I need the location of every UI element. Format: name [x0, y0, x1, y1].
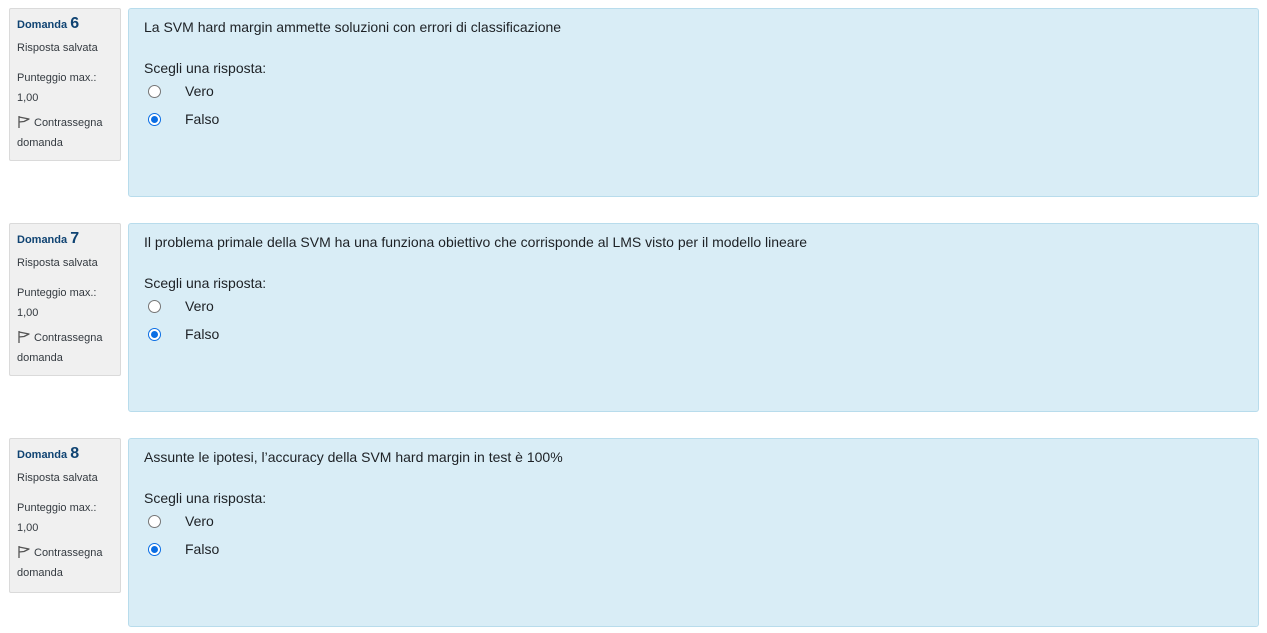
question-info-panel: Domanda 7 Risposta salvata Punteggio max…	[9, 223, 121, 376]
question-text: Il problema primale della SVM ha una fun…	[144, 234, 808, 250]
question-text: Assunte le ipotesi, l’accuracy della SVM…	[144, 449, 563, 465]
answer-label[interactable]: Vero	[185, 513, 214, 529]
grade-value: 1,00	[17, 92, 39, 104]
radio-button-selected[interactable]	[148, 328, 161, 341]
question-label: Domanda	[17, 449, 68, 461]
grade-label: Punteggio max.:	[17, 502, 97, 514]
question-number-value: 7	[70, 230, 80, 247]
question-content: Il problema primale della SVM ha una fun…	[128, 223, 1259, 412]
question-text: La SVM hard margin ammette soluzioni con…	[144, 19, 562, 35]
question-state: Risposta salvata	[17, 472, 98, 484]
flag-question-button[interactable]: Contrassegna domanda	[17, 113, 120, 153]
question-info-panel: Domanda 6 Risposta salvata Punteggio max…	[9, 8, 121, 161]
answer-prompt: Scegli una risposta:	[144, 60, 267, 76]
question-content: Assunte le ipotesi, l’accuracy della SVM…	[128, 438, 1259, 627]
question-content: La SVM hard margin ammette soluzioni con…	[128, 8, 1259, 197]
radio-button[interactable]	[148, 515, 161, 528]
question-8: Domanda 8 Risposta salvata Punteggio max…	[0, 438, 1267, 628]
question-info-panel: Domanda 8 Risposta salvata Punteggio max…	[9, 438, 121, 593]
answer-label[interactable]: Falso	[185, 111, 219, 127]
flag-label-line2: domanda	[17, 567, 63, 579]
question-number-value: 8	[70, 445, 80, 462]
question-label: Domanda	[17, 234, 68, 246]
question-label: Domanda	[17, 19, 68, 31]
answer-prompt: Scegli una risposta:	[144, 275, 267, 291]
flag-label-line2: domanda	[17, 137, 63, 149]
flag-question-button[interactable]: Contrassegna domanda	[17, 328, 120, 368]
radio-button[interactable]	[148, 300, 161, 313]
grade-label: Punteggio max.:	[17, 72, 97, 84]
question-number: Domanda 6	[17, 14, 120, 35]
flag-label-line1: Contrassegna	[34, 547, 103, 559]
answer-prompt: Scegli una risposta:	[144, 490, 267, 506]
question-6: Domanda 6 Risposta salvata Punteggio max…	[0, 8, 1267, 198]
radio-button-selected[interactable]	[148, 543, 161, 556]
radio-button-selected[interactable]	[148, 113, 161, 126]
question-grade: Punteggio max.: 1,00	[17, 498, 120, 538]
radio-button[interactable]	[148, 85, 161, 98]
grade-value: 1,00	[17, 307, 39, 319]
answer-label[interactable]: Vero	[185, 298, 214, 314]
grade-label: Punteggio max.:	[17, 287, 97, 299]
answer-label[interactable]: Falso	[185, 541, 219, 557]
answer-label[interactable]: Vero	[185, 83, 214, 99]
flag-label-line1: Contrassegna	[34, 117, 103, 129]
flag-label-line1: Contrassegna	[34, 332, 103, 344]
question-number: Domanda 7	[17, 229, 120, 250]
question-number-value: 6	[70, 15, 80, 32]
flag-icon	[18, 116, 30, 128]
question-state: Risposta salvata	[17, 257, 98, 269]
flag-icon	[18, 331, 30, 343]
question-state: Risposta salvata	[17, 42, 98, 54]
question-grade: Punteggio max.: 1,00	[17, 68, 120, 108]
flag-label-line2: domanda	[17, 352, 63, 364]
question-grade: Punteggio max.: 1,00	[17, 283, 120, 323]
flag-question-button[interactable]: Contrassegna domanda	[17, 543, 120, 583]
question-number: Domanda 8	[17, 444, 120, 465]
question-7: Domanda 7 Risposta salvata Punteggio max…	[0, 223, 1267, 413]
flag-icon	[18, 546, 30, 558]
grade-value: 1,00	[17, 522, 39, 534]
answer-label[interactable]: Falso	[185, 326, 219, 342]
